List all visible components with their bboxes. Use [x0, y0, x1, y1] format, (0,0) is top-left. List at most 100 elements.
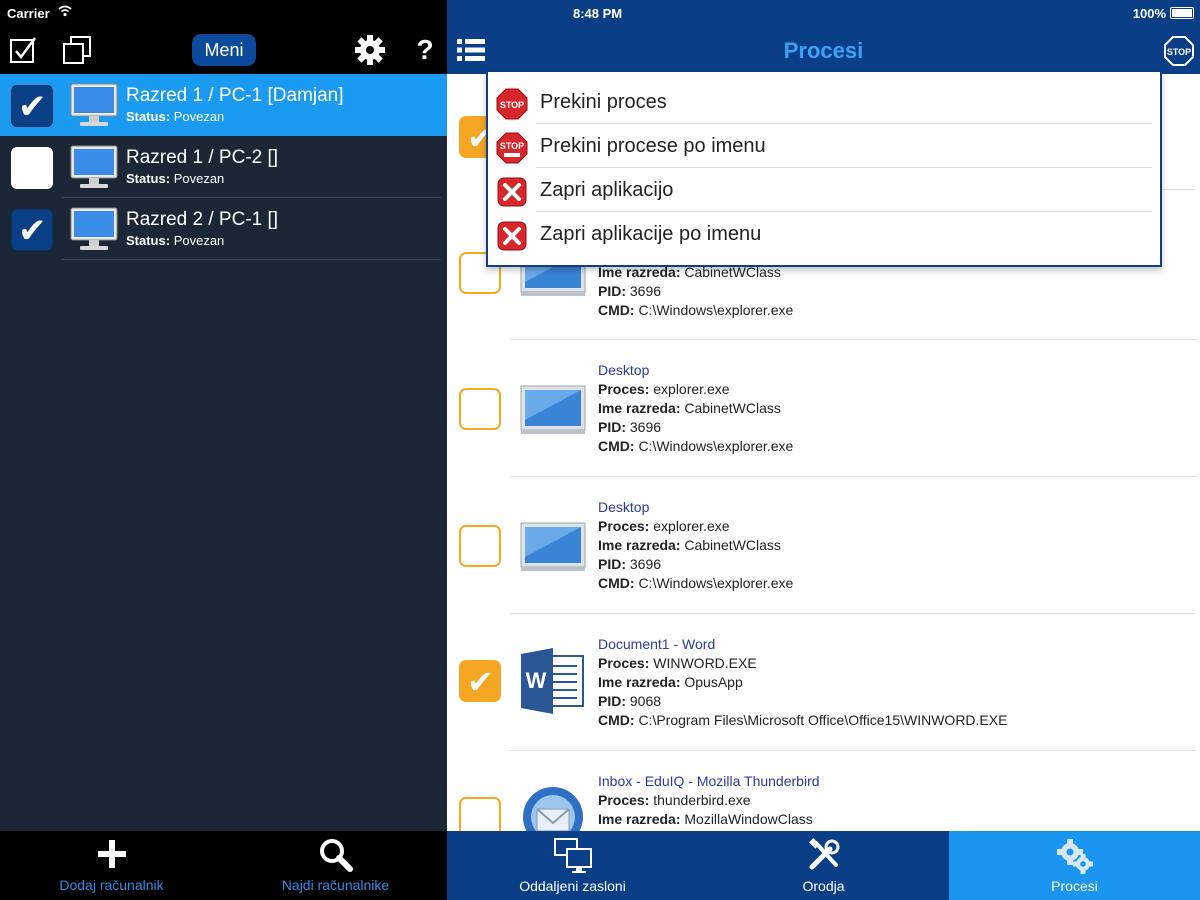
remote-screens-icon	[447, 837, 698, 875]
process-pid: PID: 3696	[598, 556, 661, 572]
status-label: Status:	[126, 109, 171, 124]
copy-windows-icon[interactable]	[60, 33, 94, 67]
process-checkbox[interactable]	[459, 525, 501, 567]
process-name: Proces: explorer.exe	[598, 518, 730, 534]
status-value: Povezan	[173, 233, 225, 248]
desktop-icon	[519, 380, 587, 445]
monitor-icon	[70, 207, 118, 256]
computer-checkbox[interactable]	[11, 147, 53, 189]
computer-status: Status: Povezan	[126, 109, 224, 124]
class-label: Ime razreda:	[598, 400, 681, 416]
class-value: CabinetWClass	[684, 400, 781, 416]
tab-remote-screens[interactable]: Oddaljeni zasloni	[447, 831, 698, 900]
bottom-tab-bar: Oddaljeni zasloni Orodja Procesi	[447, 831, 1200, 900]
cmd-value: C:\Windows\explorer.exe	[638, 575, 794, 591]
process-class: Ime razreda: CabinetWClass	[598, 537, 781, 553]
clock: 8:48 PM	[573, 6, 623, 21]
status-label: Status:	[126, 233, 171, 248]
tools-icon	[698, 837, 949, 873]
find-computers-button[interactable]: Najdi računalnike	[224, 831, 447, 900]
computer-row[interactable]: Razred 2 / PC-1 [] Status: Povezan	[0, 198, 447, 260]
gear-icon[interactable]	[353, 33, 387, 67]
select-all-icon[interactable]	[6, 33, 40, 67]
menu-button[interactable]: Meni	[192, 34, 256, 66]
menu-item-close-app[interactable]: Zapri aplikacijo	[488, 168, 1160, 212]
monitor-icon	[70, 145, 118, 194]
search-icon	[224, 837, 447, 873]
help-button[interactable]: ?	[408, 33, 442, 67]
process-title: Document1 - Word	[598, 636, 716, 652]
computer-status: Status: Povezan	[126, 233, 224, 248]
process-pid: PID: 9068	[598, 693, 661, 709]
pid-label: PID:	[598, 419, 626, 435]
computer-name: Razred 1 / PC-1 [Damjan]	[126, 85, 344, 106]
class-value: CabinetWClass	[684, 537, 781, 553]
process-row[interactable]: Desktop Proces: explorer.exe Ime razreda…	[447, 340, 1200, 477]
pid-label: PID:	[598, 693, 626, 709]
cmd-value: C:\Windows\explorer.exe	[638, 302, 794, 318]
process-name: Proces: explorer.exe	[598, 381, 730, 397]
proces-label: Proces:	[598, 792, 650, 808]
proces-label: Proces:	[598, 655, 650, 671]
computer-row[interactable]: Razred 1 / PC-2 [] Status: Povezan	[0, 136, 447, 198]
process-checkbox[interactable]	[459, 660, 501, 702]
status-value: Povezan	[173, 171, 225, 186]
page-title: Procesi	[783, 38, 864, 63]
pid-value: 3696	[629, 419, 662, 435]
computer-list: Razred 1 / PC-1 [Damjan] Status: Povezan…	[0, 74, 447, 831]
computer-checkbox[interactable]	[11, 85, 53, 127]
svg-text:W: W	[526, 668, 547, 693]
left-toolbar: Meni ?	[0, 26, 447, 74]
svg-text:STOP: STOP	[1167, 47, 1191, 57]
svg-text:STOP: STOP	[500, 141, 524, 151]
tab-label: Oddaljeni zasloni	[519, 878, 626, 894]
word-icon: W	[519, 648, 587, 719]
thunderbird-icon	[519, 783, 587, 831]
gears-icon	[949, 837, 1200, 875]
tab-processes[interactable]: Procesi	[949, 831, 1200, 900]
close-x-icon	[496, 176, 528, 213]
stop-icon[interactable]: STOP	[1164, 36, 1194, 71]
process-checkbox[interactable]	[459, 388, 501, 430]
cmd-label: CMD:	[598, 712, 635, 728]
menu-item-close-apps-by-name[interactable]: Zapri aplikacije po imenu	[488, 212, 1160, 256]
menu-item-kill-by-name[interactable]: STOP Prekini procese po imenu	[488, 124, 1160, 168]
proces-label: Proces:	[598, 518, 650, 534]
add-computer-label: Dodaj računalnik	[59, 877, 164, 893]
menu-item-label: Prekini procese po imenu	[540, 135, 766, 157]
tab-tools[interactable]: Orodja	[698, 831, 949, 900]
battery-percent: 100%	[1132, 6, 1166, 21]
process-cmd: CMD: C:\Windows\explorer.exe	[598, 438, 793, 454]
pid-value: 9068	[629, 693, 662, 709]
cmd-value: C:\Program Files\Microsoft Office\Office…	[638, 712, 1008, 728]
process-title: Desktop	[598, 499, 650, 515]
right-header: Procesi STOP	[447, 26, 1200, 74]
class-value: OpusApp	[684, 674, 743, 690]
computer-name: Razred 2 / PC-1 []	[126, 209, 279, 230]
add-computer-button[interactable]: Dodaj računalnik	[0, 831, 223, 900]
find-computers-label: Najdi računalnike	[281, 877, 390, 893]
cmd-label: CMD:	[598, 438, 635, 454]
svg-text:STOP: STOP	[500, 100, 524, 110]
process-cmd: CMD: C:\Windows\explorer.exe	[598, 575, 793, 591]
menu-item-label: Zapri aplikacijo	[540, 179, 674, 201]
carrier-label: Carrier	[7, 6, 50, 21]
status-bar: Carrier 8:48 PM 100%	[0, 0, 1200, 26]
process-checkbox[interactable]	[459, 797, 501, 831]
process-row[interactable]: W Document1 - Word Proces: WINWORD.EXE I…	[447, 614, 1200, 751]
proces-label: Proces:	[598, 381, 650, 397]
menu-item-kill-process[interactable]: STOP Prekini proces	[488, 80, 1160, 124]
cmd-label: CMD:	[598, 575, 635, 591]
proces-value: explorer.exe	[653, 381, 730, 397]
process-row[interactable]: Desktop Proces: explorer.exe Ime razreda…	[447, 477, 1200, 614]
process-pid: PID: 3696	[598, 419, 661, 435]
battery-icon	[1170, 7, 1194, 19]
process-row[interactable]: Inbox - EduIQ - Mozilla Thunderbird Proc…	[447, 751, 1200, 831]
wifi-icon	[58, 4, 72, 21]
computer-row[interactable]: Razred 1 / PC-1 [Damjan] Status: Povezan	[0, 74, 447, 136]
close-x-icon	[496, 220, 528, 257]
cmd-label: CMD:	[598, 302, 635, 318]
computer-checkbox[interactable]	[11, 209, 53, 251]
process-class: Ime razreda: CabinetWClass	[598, 400, 781, 416]
monitor-icon	[70, 83, 118, 132]
